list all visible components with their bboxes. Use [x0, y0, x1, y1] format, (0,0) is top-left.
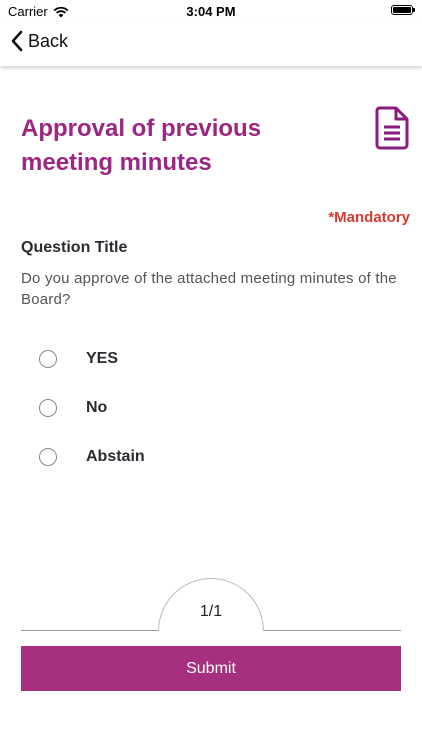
option-yes[interactable]: YES: [39, 347, 239, 371]
chevron-left-icon: [11, 30, 23, 52]
radio-button[interactable]: [39, 350, 57, 368]
back-button[interactable]: Back: [10, 30, 68, 52]
option-label: YES: [86, 350, 119, 367]
mandatory-label: *Mandatory: [328, 209, 410, 226]
question-title: Question Title: [21, 239, 128, 256]
option-label: Abstain: [86, 448, 145, 465]
option-no[interactable]: No: [39, 396, 239, 420]
option-label: No: [86, 399, 108, 416]
page-counter: 1/1: [199, 603, 223, 620]
battery-icon: [391, 5, 415, 15]
option-abstain[interactable]: Abstain: [39, 445, 239, 469]
status-bar: Carrier 3:04 PM: [0, 0, 422, 22]
back-label: Back: [28, 30, 69, 51]
radio-button[interactable]: [39, 399, 57, 417]
document-icon[interactable]: [374, 106, 410, 155]
page-title: Approval of previous meeting minutes: [21, 115, 262, 176]
question-text: Do you approve of the attached meeting m…: [21, 270, 397, 308]
navigation-bar: Back: [0, 22, 422, 66]
submit-button[interactable]: Submit: [21, 646, 401, 691]
status-time: 3:04 PM: [186, 4, 236, 19]
radio-button[interactable]: [39, 448, 57, 466]
